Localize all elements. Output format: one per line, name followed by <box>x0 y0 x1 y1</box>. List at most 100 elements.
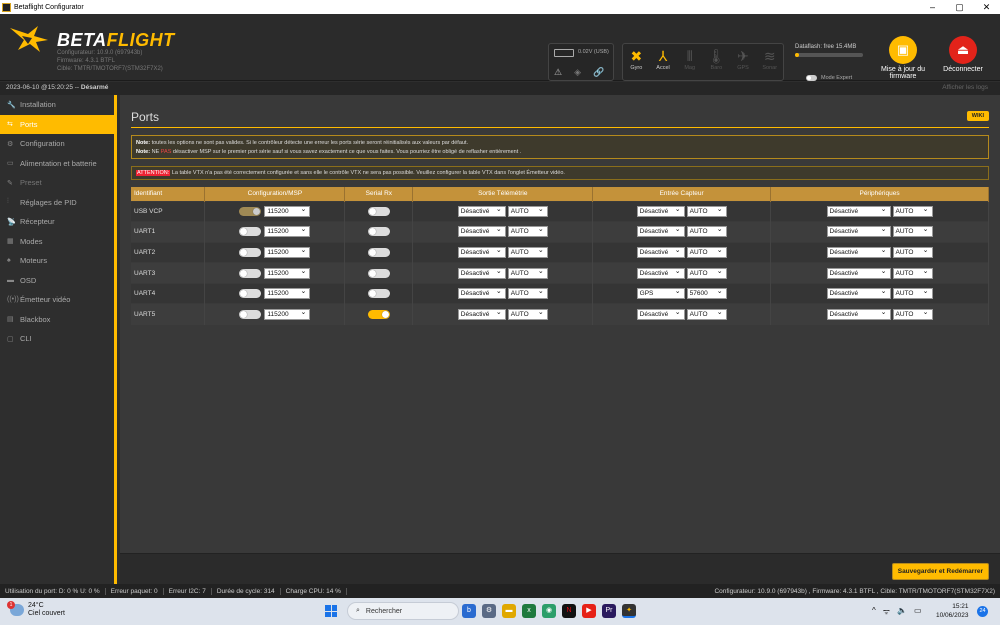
sidebar-item-osd[interactable]: ▬ OSD <box>0 271 114 291</box>
msp-baud-select[interactable]: 115200 <box>264 267 311 279</box>
peripherals-select[interactable]: Désactivé <box>826 287 891 300</box>
serial-rx-toggle[interactable] <box>367 247 390 257</box>
battery-tray-icon[interactable]: ▭ <box>914 606 922 617</box>
telemetry-select[interactable]: Désactivé <box>457 308 506 321</box>
gps-icon: ✈ <box>737 48 749 64</box>
search-icon: ⌕ <box>356 607 360 614</box>
telemetry-baud-select[interactable]: AUTO <box>507 205 548 217</box>
msp-toggle[interactable] <box>239 227 262 237</box>
msp-baud-select[interactable]: 115200 <box>264 225 311 238</box>
sensor-baud-select[interactable]: AUTO <box>686 246 727 258</box>
sensor-baud-select[interactable]: 57600 <box>686 287 727 300</box>
sensor-input-select[interactable]: Désactivé <box>636 246 685 258</box>
telemetry-baud-select[interactable]: AUTO <box>507 267 548 279</box>
brand-name: BETAFLIGHT <box>57 30 175 50</box>
modes-icon: ▦ <box>7 238 14 246</box>
serial-rx-toggle[interactable] <box>367 289 390 299</box>
sidebar-item-configuration[interactable]: ⚙ Configuration <box>0 134 114 154</box>
peripherals-baud-select[interactable]: AUTO <box>892 287 933 300</box>
window-title: Betaflight Configurator <box>14 3 84 11</box>
msp-toggle[interactable] <box>239 289 262 299</box>
show-logs-link[interactable]: Afficher les logs <box>942 84 988 91</box>
msp-baud-select[interactable]: 115200 <box>264 287 311 300</box>
serial-rx-toggle[interactable] <box>367 268 390 278</box>
sensor-baud-select[interactable]: AUTO <box>686 225 727 238</box>
msp-baud-select[interactable]: 115200 <box>264 205 311 217</box>
peripherals-baud-select[interactable]: AUTO <box>892 246 933 258</box>
peripherals-select[interactable]: Désactivé <box>826 225 891 238</box>
serial-rx-toggle[interactable] <box>367 310 390 320</box>
update-firmware-button[interactable]: ▣ Mise à jour du firmware <box>873 36 933 80</box>
bing-app-icon[interactable]: b <box>462 604 476 618</box>
sensor-input-select[interactable]: Désactivé <box>636 267 685 279</box>
msp-baud-select[interactable]: 115200 <box>264 246 311 258</box>
taskbar-search[interactable]: ⌕ Rechercher <box>347 602 459 620</box>
maximize-button[interactable]: ▢ <box>946 2 973 13</box>
sensor-input-select[interactable]: Désactivé <box>636 308 685 321</box>
sensor-input-select[interactable]: Désactivé <box>636 205 685 217</box>
sidebar-item-preset[interactable]: ✎ Preset <box>0 173 114 193</box>
peripherals-baud-select[interactable]: AUTO <box>892 225 933 238</box>
peripherals-baud-select[interactable]: AUTO <box>892 205 933 217</box>
clock[interactable]: 15:21 10/06/2023 <box>936 602 969 620</box>
msp-toggle[interactable] <box>239 247 262 257</box>
excel-app-icon[interactable]: x <box>522 604 536 618</box>
serial-rx-toggle[interactable] <box>367 227 390 237</box>
sidebar-item-installation[interactable]: 🔧 Installation <box>0 95 114 115</box>
volume-icon[interactable]: 🔈 <box>897 606 907 617</box>
telemetry-baud-select[interactable]: AUTO <box>507 246 548 258</box>
sensor-input-select[interactable]: Désactivé <box>636 225 685 238</box>
telemetry-baud-select[interactable]: AUTO <box>507 308 548 321</box>
sidebar-item-ports[interactable]: ⇆ Ports <box>0 114 114 134</box>
msp-cell: 115200 <box>204 221 346 243</box>
sensor-input-select[interactable]: GPS <box>636 287 685 300</box>
sidebar-item-alimentation-et-batterie[interactable]: ▭ Alimentation et batterie <box>0 154 114 174</box>
sidebar-item-r-cepteur[interactable]: 📡 Récepteur <box>0 212 114 232</box>
sidebar-item-blackbox[interactable]: ▤ Blackbox <box>0 310 114 330</box>
wiki-button[interactable]: WIKI <box>966 111 989 121</box>
notification-badge[interactable]: 24 <box>977 606 988 617</box>
start-button-icon[interactable] <box>325 605 337 617</box>
sidebar-item-modes[interactable]: ▦ Modes <box>0 232 114 252</box>
chevron-up-icon[interactable]: ^ <box>872 606 876 617</box>
sidebar-item-r-glages-de-pid[interactable]: ⫶ Réglages de PID <box>0 193 114 213</box>
sensor-baud-select[interactable]: AUTO <box>686 205 727 217</box>
netflix-app-icon[interactable]: N <box>562 604 576 618</box>
msp-toggle[interactable] <box>239 268 262 278</box>
sidebar-item-cli[interactable]: ▢ CLI <box>0 329 114 349</box>
peripherals-baud-select[interactable]: AUTO <box>892 308 933 321</box>
explorer-app-icon[interactable]: ▬ <box>502 604 516 618</box>
telemetry-baud-select[interactable]: AUTO <box>507 287 548 300</box>
peripherals-select[interactable]: Désactivé <box>826 205 891 217</box>
sidebar-item--metteur-vid-o[interactable]: ((•)) Émetteur vidéo <box>0 290 114 310</box>
wifi-icon[interactable]: ᯤ <box>883 606 890 617</box>
peripherals-select[interactable]: Désactivé <box>826 267 891 279</box>
telemetry-select[interactable]: Désactivé <box>457 267 506 279</box>
expert-mode-switch[interactable] <box>806 75 817 81</box>
settings-app-icon[interactable]: ⚙ <box>482 604 496 618</box>
betaflight-app-icon[interactable]: ✦ <box>622 604 636 618</box>
telemetry-select[interactable]: Désactivé <box>457 246 506 258</box>
peripherals-baud-select[interactable]: AUTO <box>892 267 933 279</box>
msp-toggle[interactable] <box>239 310 262 320</box>
expert-mode-toggle[interactable]: Mode Expert <box>806 75 852 81</box>
disconnect-button[interactable]: ⏏ Déconnecter <box>933 36 993 73</box>
peripherals-select[interactable]: Désactivé <box>826 308 891 321</box>
telemetry-baud-select[interactable]: AUTO <box>507 225 548 238</box>
youtube-app-icon[interactable]: ▶ <box>582 604 596 618</box>
telemetry-select[interactable]: Désactivé <box>457 287 506 300</box>
close-button[interactable]: ✕ <box>973 2 1000 13</box>
weather-widget[interactable]: 1 24°C Ciel couvert <box>7 601 65 618</box>
premiere-app-icon[interactable]: Pr <box>602 604 616 618</box>
sensor-baud-select[interactable]: AUTO <box>686 308 727 321</box>
save-reboot-button[interactable]: Sauvegarder et Redémarrer <box>891 563 989 580</box>
telemetry-select[interactable]: Désactivé <box>457 205 506 217</box>
sidebar-item-moteurs[interactable]: ♠ Moteurs <box>0 251 114 271</box>
peripherals-select[interactable]: Désactivé <box>826 246 891 258</box>
sensor-baud-select[interactable]: AUTO <box>686 267 727 279</box>
minimize-button[interactable]: – <box>919 2 946 13</box>
chrome-app-icon[interactable]: ◉ <box>542 604 556 618</box>
serial-rx-toggle[interactable] <box>367 206 390 216</box>
msp-baud-select[interactable]: 115200 <box>264 308 311 321</box>
telemetry-select[interactable]: Désactivé <box>457 225 506 238</box>
